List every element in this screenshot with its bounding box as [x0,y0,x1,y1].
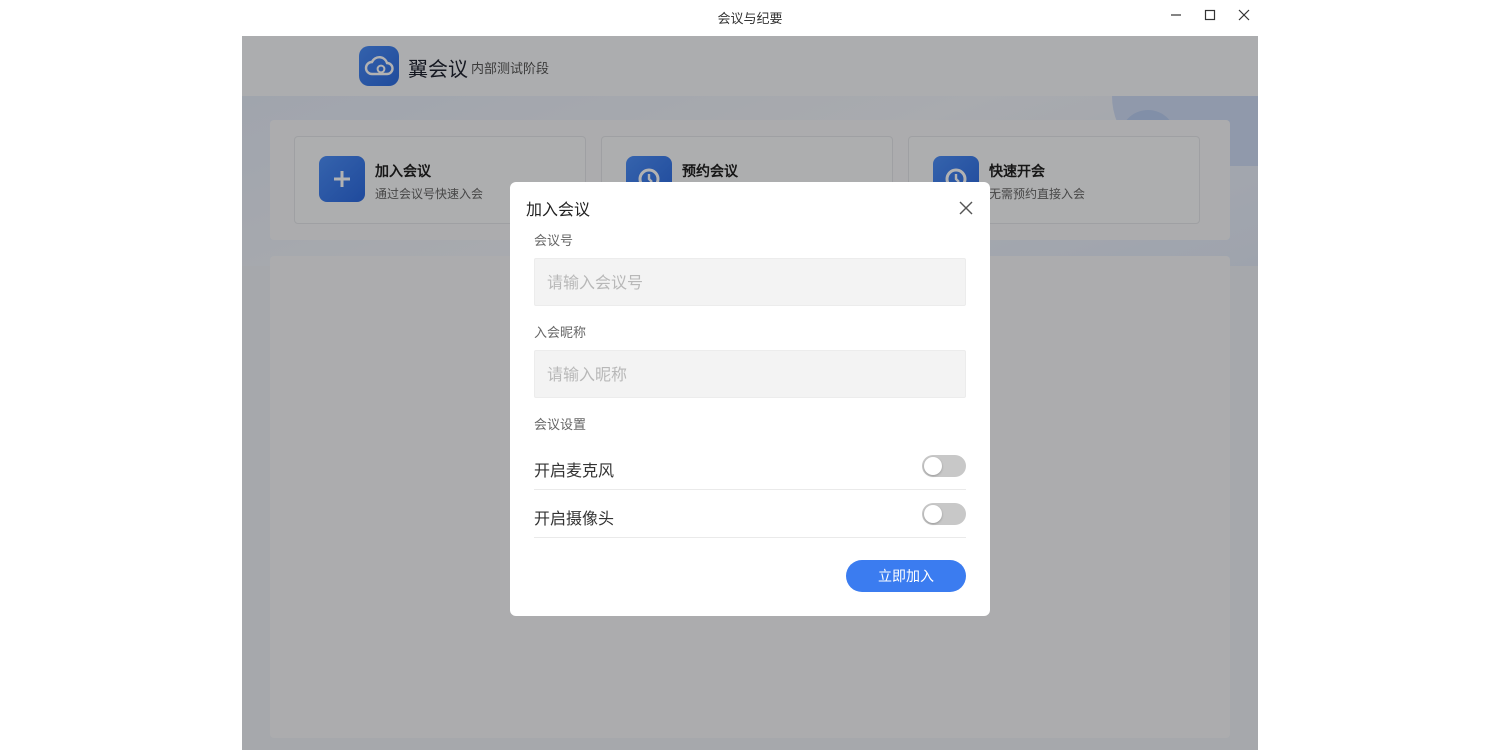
close-icon [959,201,973,215]
meeting-id-input[interactable] [534,258,966,306]
meeting-id-label: 会议号 [534,234,574,249]
nickname-input[interactable] [534,350,966,398]
window-titlebar: 会议与纪要 [0,0,1500,36]
microphone-toggle[interactable] [922,455,966,477]
join-meeting-dialog: 加入会议 会议号 入会昵称 会议设置 开启麦克风 开启摄像头 立即加入 [510,182,990,616]
close-icon [1238,9,1250,21]
microphone-setting-row: 开启麦克风 [534,442,966,490]
maximize-button[interactable] [1196,4,1224,26]
microphone-setting-label: 开启麦克风 [534,461,615,480]
camera-toggle[interactable] [922,503,966,525]
window-title: 会议与纪要 [717,12,783,27]
meeting-settings-label: 会议设置 [534,418,587,433]
minimize-icon [1171,14,1181,16]
nickname-label: 入会昵称 [534,326,587,341]
toggle-knob [924,505,942,523]
dialog-close-button[interactable] [954,196,978,220]
camera-setting-label: 开启摄像头 [534,509,615,528]
maximize-icon [1204,9,1216,21]
camera-setting-row: 开启摄像头 [534,490,966,538]
minimize-button[interactable] [1162,4,1190,26]
join-now-button[interactable]: 立即加入 [846,560,966,592]
window-close-button[interactable] [1230,4,1258,26]
dialog-title: 加入会议 [526,200,591,219]
toggle-knob [924,457,942,475]
